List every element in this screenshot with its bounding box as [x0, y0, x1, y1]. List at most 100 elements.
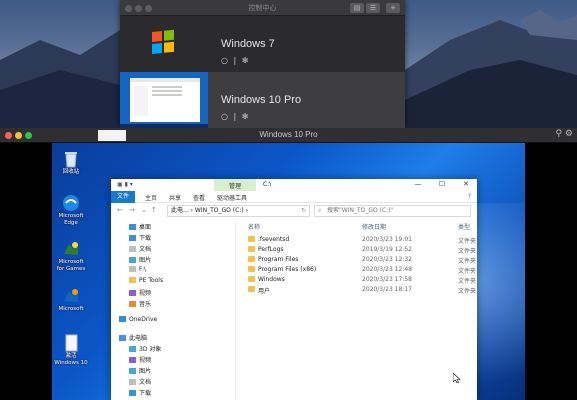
- vm-controls: ○ | ✻: [221, 112, 248, 121]
- tab-view[interactable]: 查看: [193, 193, 205, 202]
- chevron-down-icon[interactable]: ⌄: [141, 206, 147, 214]
- nav-item-label: 图片: [139, 257, 152, 264]
- nav-item-label: 文档: [139, 379, 152, 386]
- vm-item-windows-10-pro[interactable]: Windows 10 Pro ○ | ✻: [120, 72, 405, 128]
- folder-icon: [129, 257, 136, 263]
- file-row[interactable]: 用户 2020/3/23 18:17 文件夹: [244, 285, 477, 295]
- nav-item[interactable]: OneDrive: [119, 316, 157, 326]
- file-row[interactable]: Windows 2020/3/23 17:58 文件夹: [244, 275, 477, 285]
- ribbon-tabs: 文件 主页 共享 查看 驱动器工具 ?: [111, 191, 477, 203]
- nav-item[interactable]: 图片: [129, 366, 151, 376]
- folder-icon: [129, 368, 136, 374]
- desktop-icon-label: Microsoft: [58, 306, 84, 312]
- quick-access-toolbar[interactable]: ▣ ▮ ▾: [117, 181, 133, 188]
- file-row[interactable]: Program Files 2020/3/23 12:32 文件夹: [244, 255, 477, 265]
- gear-icon[interactable]: ✻: [242, 56, 249, 65]
- file-type: 文件夹: [458, 248, 477, 255]
- edge-icon: [61, 193, 81, 213]
- nav-item[interactable]: 视频: [129, 355, 151, 365]
- nav-item-label: 3D 对象: [139, 346, 162, 353]
- separator: |: [233, 112, 237, 121]
- nav-item[interactable]: 音乐: [129, 299, 151, 309]
- address-bar-row: ← → ⌄ ↑ 此电... › WIN_TO_GO (C:) › ↻ 搜索"WI…: [111, 204, 477, 218]
- nav-item-label: 图片: [139, 368, 152, 375]
- nav-item[interactable]: 文档: [129, 377, 151, 387]
- file-row[interactable]: PerfLogs 2019/3/19 12:52 文件夹: [244, 245, 477, 255]
- vm-item-windows-7[interactable]: Windows 7 ○ | ✻: [120, 16, 405, 72]
- forward-icon[interactable]: →: [129, 206, 135, 214]
- manage-tab[interactable]: 管理: [214, 181, 256, 190]
- folder-icon: [119, 335, 126, 341]
- back-icon[interactable]: ←: [117, 206, 123, 214]
- power-icon[interactable]: ○: [221, 56, 228, 65]
- nav-item-label: 音乐: [139, 301, 152, 308]
- nav-item[interactable]: 此电脑: [119, 333, 147, 343]
- search-input[interactable]: 搜索"WIN_TO_GO (C:)": [314, 205, 471, 217]
- folder-icon: [129, 277, 136, 283]
- desktop-icon-recycle-bin[interactable]: 回收站: [54, 149, 88, 176]
- control-center-window: 控制中心 ▤ ☰ + Windows 7 ○ | ✻ Windows 10 Pr…: [120, 0, 405, 128]
- grid-view-icon[interactable]: ▤: [350, 3, 364, 13]
- folder-icon: [248, 256, 255, 262]
- file-row[interactable]: Program Files (x86) 2020/3/23 12:48 文件夹: [244, 265, 477, 275]
- folder-icon: [129, 224, 136, 230]
- desktop-icon-games[interactable]: Microsoft for Games: [54, 239, 88, 273]
- file-date: 2020/3/23 19:01: [362, 236, 412, 243]
- window-title: C:\: [263, 181, 272, 188]
- gear-icon[interactable]: ⚙: [565, 129, 573, 139]
- folder-icon: [129, 266, 136, 272]
- up-icon[interactable]: ↑: [151, 206, 157, 214]
- file-row[interactable]: .fseventsd 2020/3/23 19:01 文件夹: [244, 235, 477, 245]
- share-icon[interactable]: ⚲: [555, 129, 562, 139]
- list-view-icon[interactable]: ☰: [366, 3, 380, 13]
- nav-item[interactable]: 图片✱: [129, 255, 151, 265]
- add-vm-button[interactable]: +: [386, 3, 400, 13]
- folder-icon: [248, 276, 255, 282]
- nav-item[interactable]: 下载✱: [129, 233, 151, 243]
- windows-logo-icon: [120, 16, 208, 72]
- nav-item[interactable]: 3D 对象: [129, 344, 161, 354]
- nav-item[interactable]: 桌面✱: [129, 222, 151, 232]
- vm-screenshot-thumbnail: [120, 72, 208, 128]
- column-headers: 名称 修改日期 类型: [244, 222, 477, 232]
- desktop-icon-label: 回收站: [62, 169, 80, 175]
- nav-item[interactable]: F:\: [129, 266, 146, 276]
- file-date: 2020/3/23 18:17: [362, 286, 412, 293]
- nav-item[interactable]: PE Tools: [129, 277, 163, 287]
- folder-icon: [129, 390, 136, 396]
- file-name: PerfLogs: [258, 246, 284, 253]
- desktop-icon-activate[interactable]: 激活Windows 10: [54, 333, 88, 367]
- vm-window-title: Windows 10 Pro: [259, 130, 318, 139]
- vm-window-titlebar: Windows 10 Pro ⚲ ⚙: [0, 128, 577, 143]
- close-button[interactable]: ✕: [459, 180, 473, 188]
- address-input[interactable]: 此电... › WIN_TO_GO (C:) ›: [167, 205, 310, 217]
- tab-drive-tools[interactable]: 驱动器工具: [217, 193, 247, 202]
- folder-icon: [119, 316, 126, 322]
- nav-item-label: 文档: [139, 246, 152, 253]
- tab-file[interactable]: 文件: [111, 191, 135, 203]
- column-name[interactable]: 名称: [248, 222, 260, 231]
- tab-share[interactable]: 共享: [169, 193, 181, 202]
- help-icon[interactable]: ?: [468, 193, 471, 200]
- vm-toolbar-icons: ⚲ ⚙: [555, 129, 573, 139]
- nav-item[interactable]: 视频: [129, 288, 151, 298]
- nav-item[interactable]: 文档✱: [129, 244, 151, 254]
- maximize-button[interactable]: ☐: [435, 180, 449, 188]
- desktop-icon-edge[interactable]: Microsoft Edge: [54, 193, 88, 227]
- minimize-button[interactable]: —: [411, 180, 425, 188]
- app-icon: [61, 239, 81, 259]
- nav-item[interactable]: 下载: [129, 388, 151, 398]
- gear-icon[interactable]: ✻: [242, 112, 249, 121]
- column-type[interactable]: 类型: [458, 222, 470, 231]
- file-name: Windows: [258, 276, 285, 283]
- power-icon[interactable]: ○: [221, 112, 228, 121]
- app-icon: [61, 286, 81, 306]
- refresh-icon[interactable]: ↻: [301, 207, 306, 214]
- folder-icon: [248, 236, 255, 242]
- folder-icon: [129, 379, 136, 385]
- desktop-icon-microsoft[interactable]: Microsoft: [54, 286, 88, 313]
- file-type: 文件夹: [458, 288, 477, 295]
- tab-home[interactable]: 主页: [145, 193, 157, 202]
- file-name: .fseventsd: [258, 236, 290, 243]
- column-date[interactable]: 修改日期: [362, 222, 386, 231]
